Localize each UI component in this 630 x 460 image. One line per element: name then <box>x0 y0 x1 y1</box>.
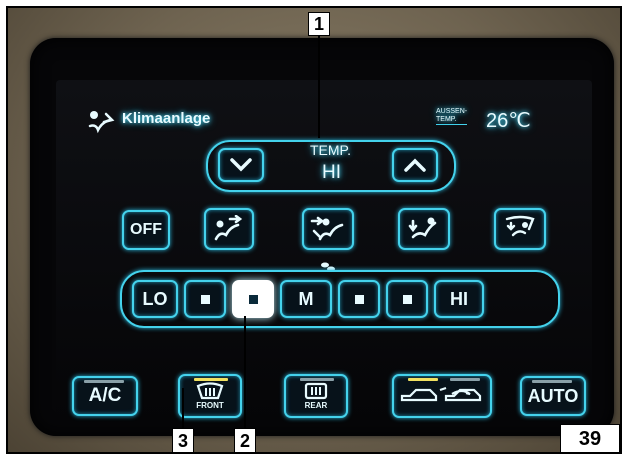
auto-button-label: AUTO <box>527 385 579 406</box>
auto-indicator <box>532 380 572 383</box>
climate-screen: Klimaanlage AUSSEN- TEMP. 26℃ TEMP. HI O… <box>56 80 592 422</box>
ac-button-label: A/C <box>88 385 122 406</box>
fresh-air-indicator <box>408 378 438 381</box>
outside-temp-label: AUSSEN- TEMP. <box>436 108 468 125</box>
vent-feet-button[interactable] <box>398 208 450 250</box>
rear-defrost-label: REAR <box>304 401 328 410</box>
temp-value: HI <box>322 162 341 183</box>
front-defrost-label: FRONT <box>196 401 224 410</box>
temp-up-button[interactable] <box>392 148 438 182</box>
rear-defrost-indicator <box>300 378 334 381</box>
fan-level-dot <box>200 294 210 304</box>
temp-down-button[interactable] <box>218 148 264 182</box>
rear-defrost-icon <box>304 382 328 400</box>
photo-frame: Klimaanlage AUSSEN- TEMP. 26℃ TEMP. HI O… <box>6 6 622 454</box>
fan-level-5-button[interactable] <box>338 280 380 318</box>
callout-3: 3 <box>172 428 194 452</box>
climate-title: Klimaanlage <box>122 110 211 127</box>
fan-level-dot <box>248 294 258 304</box>
fan-level-dot <box>402 294 412 304</box>
display-bezel: Klimaanlage AUSSEN- TEMP. 26℃ TEMP. HI O… <box>30 38 614 436</box>
fan-level-dot <box>354 294 364 304</box>
front-defrost-indicator <box>194 378 228 381</box>
callout-2-leader <box>244 316 246 428</box>
chevron-down-icon <box>230 158 252 172</box>
fan-level-6-button[interactable] <box>386 280 428 318</box>
fan-level-label: LO <box>142 288 168 309</box>
fan-level-2-button[interactable] <box>184 280 226 318</box>
ac-indicator <box>84 380 124 383</box>
page-number: 39 <box>560 424 620 452</box>
callout-3-leader <box>182 388 184 428</box>
callout-2: 2 <box>234 428 256 452</box>
vent-face-button[interactable] <box>204 208 254 250</box>
chevron-up-icon <box>404 158 426 172</box>
recirc-indicator <box>450 378 480 381</box>
airflow-feet-windshield-icon <box>505 215 535 237</box>
airflow-feet-icon <box>408 217 437 239</box>
fan-level-label: HI <box>450 288 468 309</box>
callout-1-leader <box>318 36 320 138</box>
outside-temp-value: 26℃ <box>486 110 531 132</box>
temp-label: TEMP. <box>310 142 351 158</box>
climate-fan-icon <box>86 108 120 141</box>
airflow-bilevel-icon <box>310 216 344 241</box>
fan-level-4-button[interactable]: M <box>280 280 332 318</box>
air-intake-car-icon <box>400 386 482 402</box>
fan-level-3-button[interactable] <box>232 280 274 318</box>
fan-level-label: M <box>298 288 314 309</box>
off-button-label: OFF <box>130 221 162 238</box>
front-defrost-icon <box>196 382 224 400</box>
fan-level-1-button[interactable]: LO <box>132 280 178 318</box>
airflow-face-icon <box>214 215 243 241</box>
callout-1: 1 <box>308 12 330 36</box>
vent-bilevel-button[interactable] <box>302 208 354 250</box>
off-button[interactable]: OFF <box>122 210 170 250</box>
fan-level-7-button[interactable]: HI <box>434 280 484 318</box>
vent-feet-defrost-button[interactable] <box>494 208 546 250</box>
